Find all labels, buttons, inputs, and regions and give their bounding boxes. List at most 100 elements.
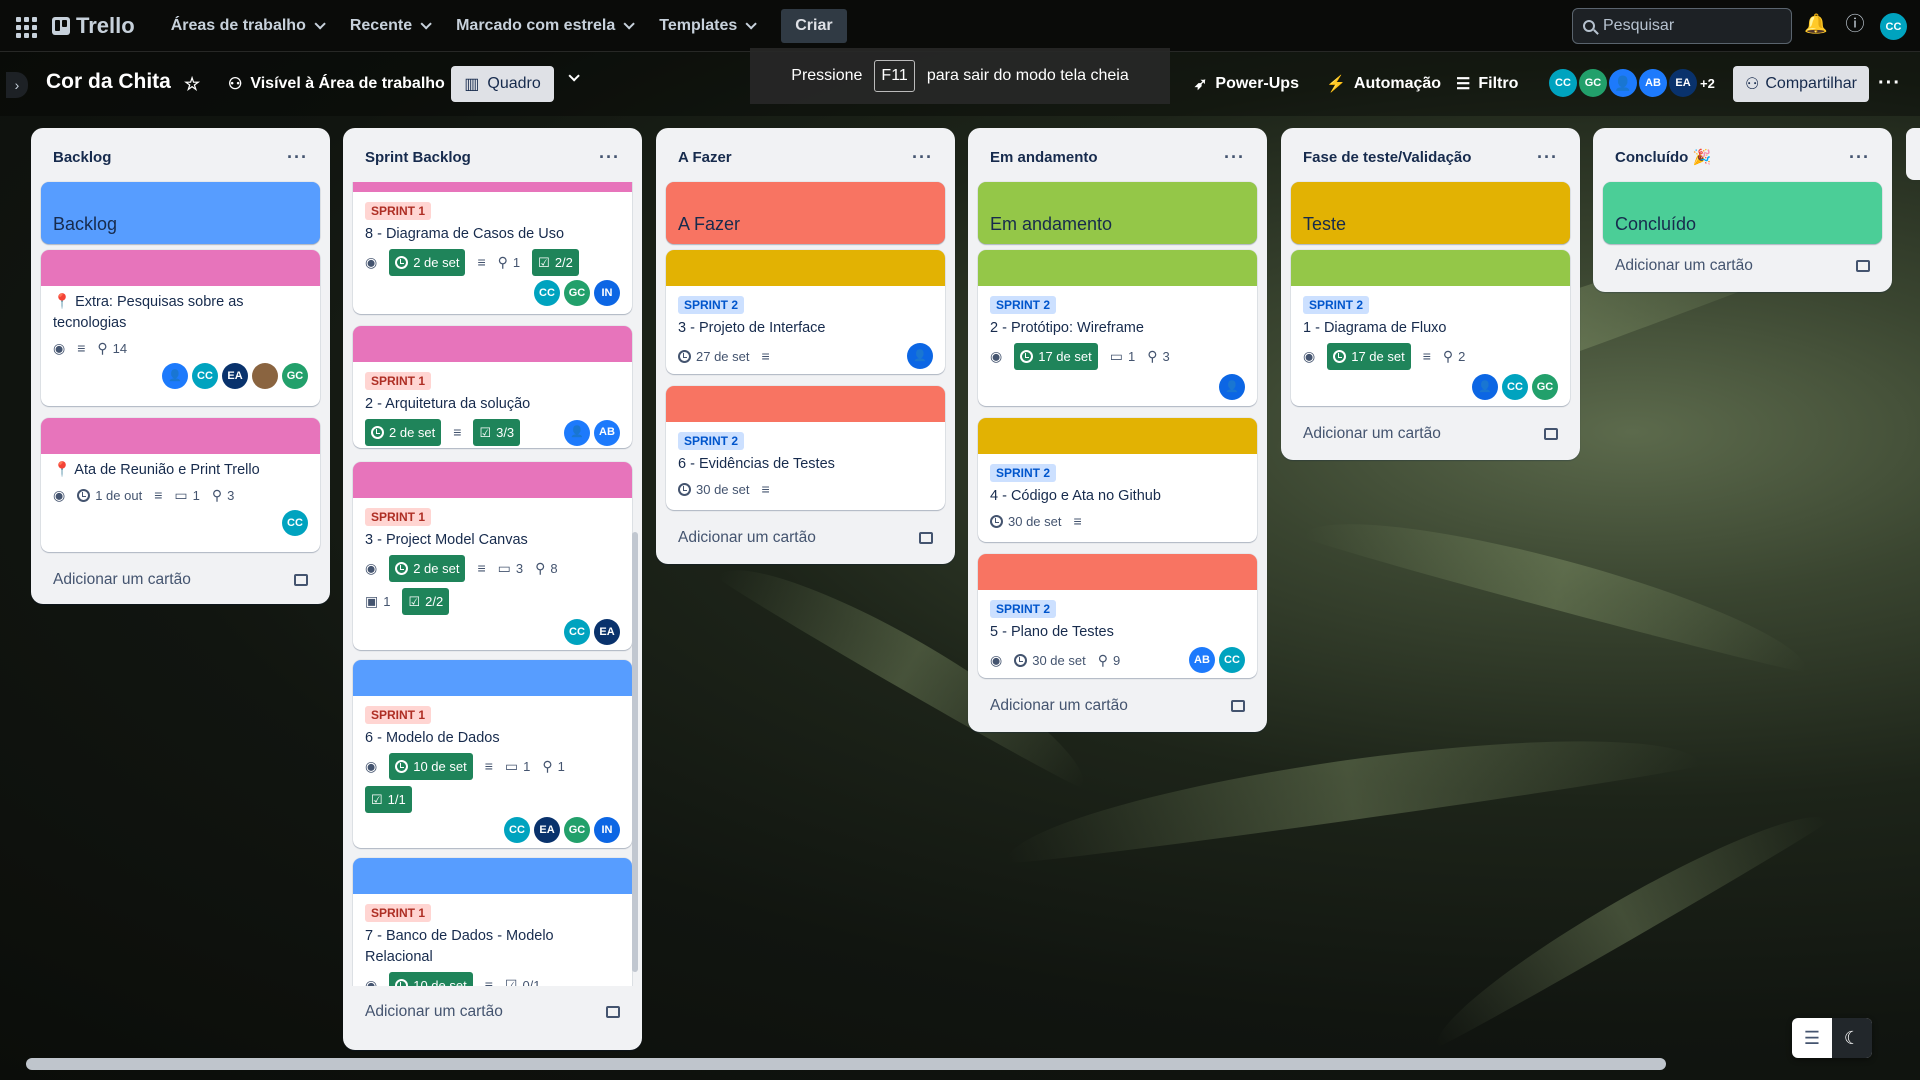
- due-date-badge[interactable]: 10 de set: [389, 753, 473, 780]
- member-avatar[interactable]: 👤: [162, 363, 188, 389]
- member-avatar[interactable]: EA: [222, 363, 248, 389]
- board-title[interactable]: Cor da Chita: [46, 70, 171, 94]
- card[interactable]: SPRINT 1 3 - Project Model Canvas ◉ 2 de…: [353, 462, 632, 650]
- member-avatar[interactable]: GC: [282, 363, 308, 389]
- member-avatar[interactable]: EA: [594, 619, 620, 645]
- template-icon[interactable]: [294, 574, 308, 586]
- card[interactable]: SPRINT 2 5 - Plano de Testes ◉ 30 de set…: [978, 554, 1257, 678]
- user-avatar[interactable]: CC: [1880, 13, 1907, 40]
- share-button[interactable]: ⚇ Compartilhar: [1733, 66, 1869, 102]
- member-avatar[interactable]: CC: [1219, 647, 1245, 673]
- list-title[interactable]: Sprint Backlog: [365, 149, 471, 166]
- due-date-badge[interactable]: 2 de set: [365, 419, 442, 446]
- member-avatar[interactable]: IN: [594, 280, 620, 306]
- star-icon[interactable]: ☆: [184, 74, 200, 95]
- list-view-icon[interactable]: ☰: [1792, 1018, 1832, 1058]
- list-title[interactable]: Concluído 🎉: [1615, 148, 1711, 166]
- list-scrollbar[interactable]: [632, 532, 638, 972]
- header-card[interactable]: Em andamento: [978, 182, 1257, 244]
- bell-icon[interactable]: 🔔: [1804, 14, 1828, 36]
- member-avatar[interactable]: 👤: [1219, 374, 1245, 400]
- member-avatar[interactable]: IN: [594, 817, 620, 843]
- add-card-button[interactable]: Adicionar um cartão: [1605, 250, 1880, 282]
- view-switcher-chevron[interactable]: [568, 70, 580, 82]
- trello-logo[interactable]: Trello: [52, 13, 135, 39]
- nav-templates[interactable]: Templates: [647, 9, 765, 43]
- member-avatar[interactable]: 👤: [1472, 374, 1498, 400]
- list-title[interactable]: A Fazer: [678, 149, 732, 166]
- card[interactable]: SPRINT 1 7 - Banco de Dados - Modelo Rel…: [353, 858, 632, 986]
- list-title[interactable]: Em andamento: [990, 149, 1098, 166]
- nav-starred[interactable]: Marcado com estrela: [444, 9, 643, 43]
- view-board-button[interactable]: ▥ Quadro: [451, 66, 554, 102]
- template-icon[interactable]: [1544, 428, 1558, 440]
- add-card-button[interactable]: Adicionar um cartão: [355, 996, 630, 1028]
- template-icon[interactable]: [1856, 260, 1870, 272]
- template-icon[interactable]: [1231, 700, 1245, 712]
- app-switcher-icon[interactable]: [14, 15, 37, 38]
- due-date-badge[interactable]: 17 de set: [1327, 343, 1411, 370]
- board-member-avatar[interactable]: GC: [1579, 69, 1607, 97]
- card[interactable]: 📍 Extra: Pesquisas sobre as tecnologias …: [41, 250, 320, 406]
- header-card[interactable]: Concluído: [1603, 182, 1882, 244]
- add-card-button[interactable]: Adicionar um cartão: [43, 564, 318, 596]
- list-menu-button[interactable]: ···: [1224, 147, 1245, 168]
- template-icon[interactable]: [919, 532, 933, 544]
- add-card-button[interactable]: Adicionar um cartão: [1293, 418, 1568, 450]
- board-member-avatar[interactable]: CC: [1549, 69, 1577, 97]
- member-avatar[interactable]: GC: [1532, 374, 1558, 400]
- due-date-badge[interactable]: 2 de set: [389, 249, 466, 276]
- template-icon[interactable]: [606, 1006, 620, 1018]
- card[interactable]: SPRINT 2 3 - Projeto de Interface 27 de …: [666, 250, 945, 374]
- list-menu-button[interactable]: ···: [1537, 147, 1558, 168]
- list-menu-button[interactable]: ···: [599, 147, 620, 168]
- help-icon[interactable]: ⓘ: [1844, 14, 1866, 36]
- board-menu-button[interactable]: ···: [1878, 72, 1901, 95]
- filter-button[interactable]: ☰ Filtro: [1456, 74, 1518, 94]
- automation-button[interactable]: ⚡ Automação: [1326, 74, 1441, 94]
- list-title[interactable]: Backlog: [53, 149, 111, 166]
- expand-sidebar-button[interactable]: ›: [6, 72, 28, 98]
- add-card-button[interactable]: Adicionar um cartão: [980, 690, 1255, 722]
- search-input[interactable]: Pesquisar: [1572, 8, 1792, 44]
- member-avatar[interactable]: CC: [504, 817, 530, 843]
- header-card[interactable]: A Fazer: [666, 182, 945, 244]
- nav-workspaces[interactable]: Áreas de trabalho: [159, 9, 334, 43]
- member-avatar[interactable]: EA: [534, 817, 560, 843]
- card[interactable]: SPRINT 2 2 - Protótipo: Wireframe ◉ 17 d…: [978, 250, 1257, 406]
- list-title[interactable]: Fase de teste/Validação: [1303, 149, 1471, 166]
- due-date-badge[interactable]: 2 de set: [389, 555, 466, 582]
- visibility-button[interactable]: ⚇ Visível à Área de trabalho: [228, 74, 445, 94]
- member-avatar[interactable]: AB: [1189, 647, 1215, 673]
- member-photo-avatar[interactable]: [252, 363, 278, 389]
- nav-recent[interactable]: Recente: [338, 9, 440, 43]
- card[interactable]: SPRINT 1 6 - Modelo de Dados ◉ 10 de set…: [353, 660, 632, 848]
- due-date-badge[interactable]: 10 de set: [389, 972, 473, 986]
- list-menu-button[interactable]: ···: [912, 147, 933, 168]
- header-card[interactable]: Teste: [1291, 182, 1570, 244]
- card[interactable]: SPRINT 2 6 - Evidências de Testes 30 de …: [666, 386, 945, 510]
- member-avatar[interactable]: CC: [534, 280, 560, 306]
- card[interactable]: SPRINT 2 4 - Código e Ata no Github 30 d…: [978, 418, 1257, 542]
- card[interactable]: SPRINT 2 1 - Diagrama de Fluxo ◉ 17 de s…: [1291, 250, 1570, 406]
- add-card-button[interactable]: Adicionar um cartão: [668, 522, 943, 554]
- member-avatar[interactable]: CC: [192, 363, 218, 389]
- card[interactable]: 📍 Ata de Reunião e Print Trello ◉ 1 de o…: [41, 418, 320, 552]
- member-avatar[interactable]: GC: [564, 817, 590, 843]
- more-members-count[interactable]: +2: [1700, 76, 1715, 91]
- member-avatar[interactable]: 👤: [907, 343, 933, 369]
- card[interactable]: SPRINT 1 2 - Arquitetura da solução 2 de…: [353, 326, 632, 448]
- board-member-avatar[interactable]: EA: [1669, 69, 1697, 97]
- member-avatar[interactable]: GC: [564, 280, 590, 306]
- member-avatar[interactable]: CC: [282, 510, 308, 536]
- member-avatar[interactable]: 👤: [564, 419, 590, 446]
- due-date-badge[interactable]: 17 de set: [1014, 343, 1098, 370]
- moon-icon[interactable]: ☾: [1832, 1018, 1872, 1058]
- header-card[interactable]: Backlog: [41, 182, 320, 244]
- list-menu-button[interactable]: ···: [1849, 147, 1870, 168]
- board-member-avatar[interactable]: 👤: [1609, 69, 1637, 97]
- create-button[interactable]: Criar: [781, 8, 847, 43]
- member-avatar[interactable]: CC: [564, 619, 590, 645]
- member-avatar[interactable]: CC: [1502, 374, 1528, 400]
- board-horizontal-scrollbar[interactable]: [26, 1058, 1666, 1070]
